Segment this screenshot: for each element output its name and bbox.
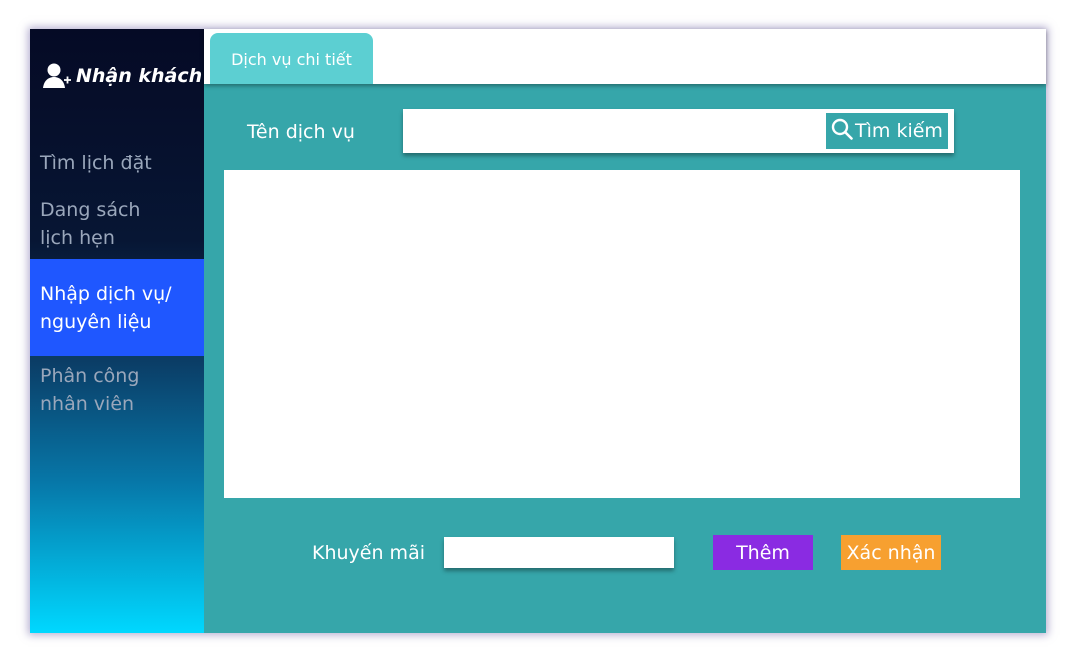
main-content: Dịch vụ chi tiết Tên dịch vụ Tìm kiếm Kh… [204, 29, 1046, 633]
sidebar-item-find-booking[interactable]: Tìm lịch đặt [30, 149, 204, 177]
sidebar-item-label: Phân công [40, 365, 140, 387]
tab-service-details[interactable]: Dịch vụ chi tiết [210, 33, 373, 84]
tab-bar: Dịch vụ chi tiết [204, 29, 1046, 84]
sidebar-item-appointment-list[interactable]: Dang sách lịch hẹn [30, 196, 204, 252]
service-name-label: Tên dịch vụ [247, 121, 355, 143]
sidebar-item-import-services[interactable]: Nhập dịch vụ/ nguyên liệu [30, 259, 204, 356]
confirm-button[interactable]: Xác nhận [841, 535, 941, 570]
search-icon [831, 118, 853, 145]
sidebar-item-label: Dang sách [40, 199, 141, 221]
sidebar-item-staff-assignment[interactable]: Phân công nhân viên [30, 362, 204, 418]
add-user-icon [42, 61, 72, 91]
brand: Nhận khách [42, 59, 202, 93]
add-button[interactable]: Thêm [713, 535, 813, 570]
service-results-panel [224, 170, 1020, 498]
app-window: Nhận khách Tìm lịch đặt Dang sách lịch h… [30, 29, 1046, 633]
promotion-label: Khuyến mãi [312, 542, 425, 564]
sidebar-item-label: nhân viên [40, 393, 135, 415]
search-button[interactable]: Tìm kiếm [826, 113, 948, 149]
sidebar-item-label: Nhập dịch vụ/ [40, 282, 172, 305]
search-button-label: Tìm kiếm [855, 120, 943, 142]
sidebar: Nhận khách Tìm lịch đặt Dang sách lịch h… [30, 29, 204, 633]
promotion-input[interactable] [444, 537, 674, 568]
sidebar-item-label: nguyên liệu [40, 310, 152, 333]
sidebar-item-label: lịch hẹn [40, 227, 115, 249]
brand-title: Nhận khách [76, 65, 203, 87]
sidebar-item-label: Tìm lịch đặt [40, 152, 152, 174]
service-search-input[interactable] [407, 115, 821, 149]
search-box: Tìm kiếm [403, 109, 954, 153]
